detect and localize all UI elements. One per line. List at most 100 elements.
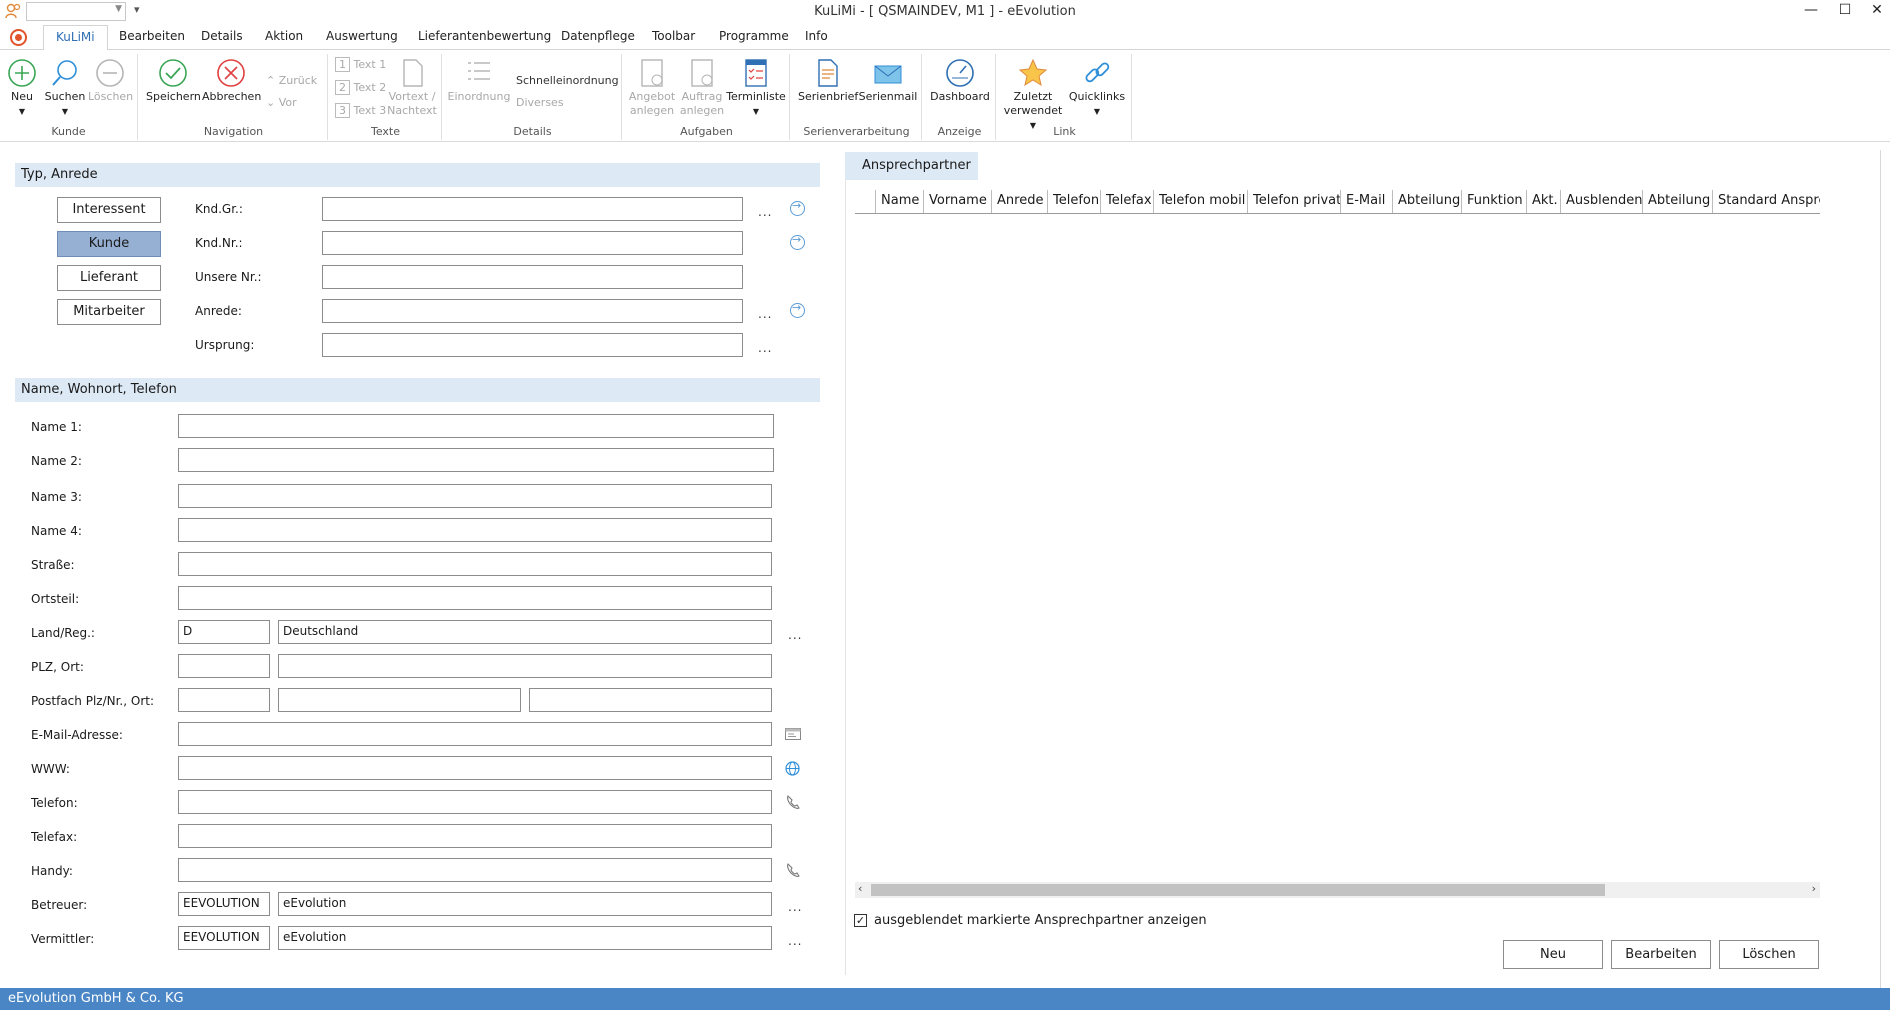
tab-lieferantenbewertung[interactable]: Lieferantenbewertung [418,29,551,43]
ursprung-input[interactable] [322,333,743,357]
type-button-mitarbeiter[interactable]: Mitarbeiter [57,299,161,325]
strasse-input[interactable] [178,552,772,576]
column-header-email[interactable]: E-Mail [1340,190,1385,213]
phone-icon[interactable] [786,795,800,810]
einordnung-button[interactable]: Einordnung [446,58,512,104]
scroll-left-icon[interactable]: ‹ [858,882,862,895]
tab-bearbeiten[interactable]: Bearbeiten [119,29,185,43]
vortext-button[interactable]: Vortext / Nachtext [386,58,438,118]
horizontal-scrollbar[interactable]: ‹ › [855,882,1820,898]
column-header-abteilung-2[interactable]: Abteilung [1642,190,1710,213]
type-button-lieferant[interactable]: Lieferant [57,265,161,291]
column-header-ausblenden[interactable]: Ausblenden [1560,190,1643,213]
vermittler-code-input[interactable]: EEVOLUTION [178,926,270,950]
goto-arrow-icon[interactable] [790,233,805,250]
mail-card-icon[interactable] [785,728,801,740]
suchen-button[interactable]: Suchen ▼ [44,58,86,119]
neu-button[interactable]: Neu ▼ [4,58,40,119]
schnelleinordnung-button[interactable]: Schnelleinordnung [516,74,619,87]
globe-icon[interactable] [785,761,800,776]
ursprung-lookup-button[interactable]: ... [758,341,772,355]
serienbrief-button[interactable]: Serienbrief [798,58,858,104]
tab-info[interactable]: Info [805,29,828,43]
vermittler-lookup-button[interactable]: ... [788,934,802,948]
maximize-button[interactable]: ☐ [1830,2,1860,22]
column-header-telefon[interactable]: Telefon [1047,190,1099,213]
tab-toolbar[interactable]: Toolbar [652,29,695,43]
knd-gr-input[interactable] [322,197,743,221]
angebot-anlegen-button[interactable]: Angebot anlegen [628,58,676,118]
knd-nr-input[interactable] [322,231,743,255]
vor-button[interactable]: ⌄ Vor [266,96,297,109]
land-name-input[interactable]: Deutschland [278,620,772,644]
anrede-input[interactable] [322,299,743,323]
email-input[interactable] [178,722,772,746]
vermittler-name-input[interactable]: eEvolution [278,926,772,950]
name4-input[interactable] [178,518,772,542]
column-header-akt[interactable]: Akt. [1526,190,1558,213]
tab-details[interactable]: Details [201,29,243,43]
column-header-abteilung[interactable]: Abteilung [1392,190,1460,213]
scrollbar-thumb[interactable] [871,884,1605,896]
ort-input[interactable] [278,654,772,678]
postfach-plz-input[interactable] [178,688,270,712]
dashboard-button[interactable]: Dashboard [928,58,992,104]
abbrechen-button[interactable]: Abbrechen [202,58,261,104]
land-lookup-button[interactable]: ... [788,628,802,642]
app-menu-icon[interactable] [10,29,27,46]
tab-datenpflege[interactable]: Datenpflege [561,29,635,43]
zurueck-button[interactable]: ⌃ Zurück [266,74,317,87]
minimize-button[interactable]: — [1796,2,1826,22]
name3-input[interactable] [178,484,772,508]
tab-programme[interactable]: Programme [719,29,789,43]
tab-auswertung[interactable]: Auswertung [326,29,398,43]
phone-icon[interactable] [786,863,800,878]
ortsteil-input[interactable] [178,586,772,610]
telefax-input[interactable] [178,824,772,848]
quicklinks-button[interactable]: Quicklinks ▼ [1066,58,1128,119]
tab-kulimi[interactable]: KuLiMi [43,25,108,51]
serienmail-button[interactable]: Serienmail [858,58,918,104]
text1-button[interactable]: 1 Text 1 [335,57,386,72]
terminliste-button[interactable]: Terminliste ▼ [726,58,786,119]
close-button[interactable]: ✕ [1862,2,1890,22]
unsere-nr-input[interactable] [322,265,743,289]
column-header-telefon-privat[interactable]: Telefon privat [1247,190,1341,213]
tab-ansprechpartner[interactable]: Ansprechpartner [845,152,978,180]
speichern-button[interactable]: Speichern [146,58,201,104]
column-header-funktion[interactable]: Funktion [1461,190,1523,213]
plz-input[interactable] [178,654,270,678]
handy-input[interactable] [178,858,772,882]
ansprechpartner-loeschen-button[interactable]: Löschen [1719,940,1819,969]
column-header-vorname[interactable]: Vorname [923,190,987,213]
auftrag-anlegen-button[interactable]: Auftrag anlegen [678,58,726,118]
scroll-right-icon[interactable]: › [1812,882,1816,895]
zuletzt-verwendet-button[interactable]: Zuletzt verwendet ▼ [1000,58,1066,133]
betreuer-name-input[interactable]: eEvolution [278,892,772,916]
column-header-telefax[interactable]: Telefax [1100,190,1152,213]
column-header-anrede[interactable]: Anrede [991,190,1043,213]
postfach-nr-input[interactable] [278,688,521,712]
knd-gr-lookup-button[interactable]: ... [758,205,772,219]
tab-aktion[interactable]: Aktion [265,29,303,43]
type-button-kunde[interactable]: Kunde [57,231,161,257]
column-header-name[interactable]: Name [875,190,919,213]
www-input[interactable] [178,756,772,780]
show-hidden-checkbox[interactable]: ✓ [854,914,867,927]
goto-arrow-icon[interactable] [790,199,805,216]
diverses-button[interactable]: Diverses [516,96,564,109]
text3-button[interactable]: 3 Text 3 [335,103,386,118]
ansprechpartner-bearbeiten-button[interactable]: Bearbeiten [1611,940,1711,969]
anrede-lookup-button[interactable]: ... [758,307,772,321]
ansprechpartner-neu-button[interactable]: Neu [1503,940,1603,969]
column-header-telefon-mobil[interactable]: Telefon mobil [1153,190,1245,213]
name2-input[interactable] [178,448,774,472]
text2-button[interactable]: 2 Text 2 [335,80,386,95]
telefon-input[interactable] [178,790,772,814]
column-header-standard-ansprechpartner[interactable]: Standard Ansprec [1712,190,1820,213]
type-button-interessent[interactable]: Interessent [57,197,161,223]
postfach-ort-input[interactable] [529,688,772,712]
goto-arrow-icon[interactable] [790,301,805,318]
name1-input[interactable] [178,414,774,438]
betreuer-code-input[interactable]: EEVOLUTION [178,892,270,916]
